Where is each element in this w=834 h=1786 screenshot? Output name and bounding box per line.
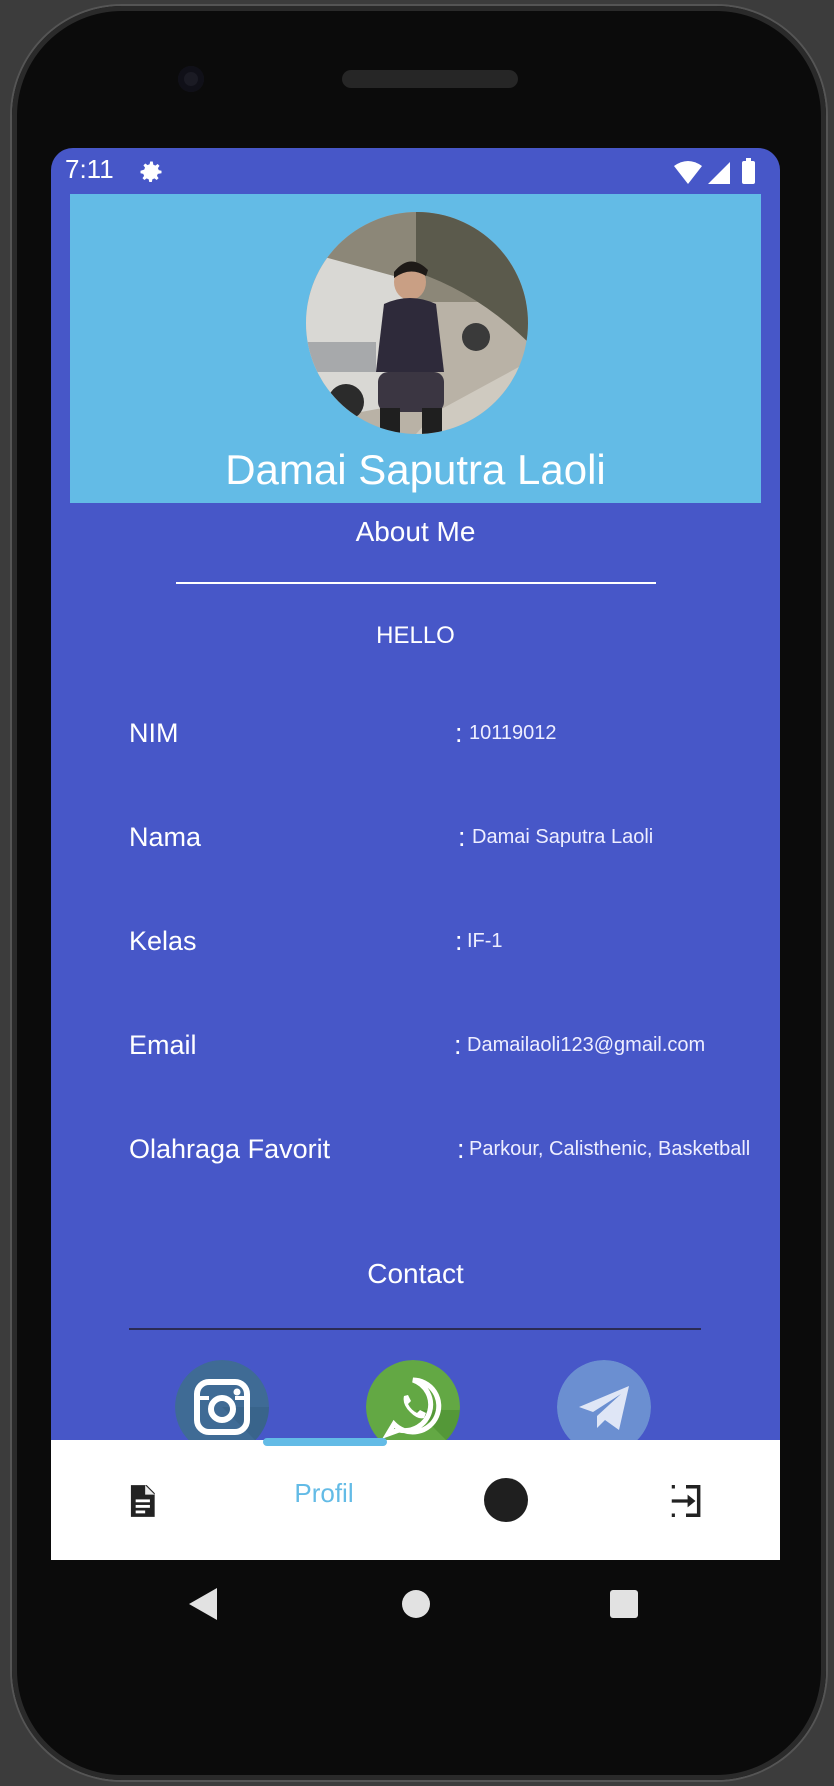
system-status-icons [674,158,755,184]
earpiece-speaker [342,70,518,88]
info-row-nama: Nama : Damai Saputra Laoli [129,822,769,862]
nav-label-profil: Profil [294,1478,354,1508]
status-time: 7:11 [65,154,114,184]
info-label: Kelas [129,926,197,956]
info-label: NIM [129,718,179,748]
battery-icon [742,161,755,184]
info-value: IF-1 [467,930,503,952]
info-label: Nama [129,822,202,852]
contact-title: Contact [367,1258,464,1289]
info-colon: : [455,926,463,956]
nav-item-profil[interactable]: Profil [233,1440,415,1560]
info-row-kelas: Kelas : IF-1 [129,926,769,966]
profile-name: Damai Saputra Laoli [225,446,606,493]
about-me-title: About Me [355,516,476,547]
back-icon[interactable] [189,1588,219,1620]
info-colon: : [457,1134,465,1164]
document-icon [130,1485,155,1517]
profile-header: Damai Saputra Laoli [70,194,761,503]
greeting-text: HELLO [376,622,455,649]
recents-icon[interactable] [610,1590,638,1618]
logout-icon [671,1485,701,1517]
front-camera [178,66,204,92]
contact-divider [129,1328,701,1330]
system-navigation-bar [51,1560,780,1650]
info-value: Damailaoli123@gmail.com [467,1034,706,1056]
wifi-icon [674,161,702,184]
info-colon: : [458,822,466,852]
cellular-signal-icon [708,162,730,184]
info-row-nim: NIM : 10119012 [129,718,769,758]
info-row-olahraga: Olahraga Favorit : Parkour, Calisthenic,… [129,1134,769,1174]
nav-item-documents[interactable] [51,1440,233,1560]
status-bar: 7:11 [51,148,780,196]
circle-icon [484,1478,528,1522]
app-screen: 7:11 Damai Saputra Laoli About Me HELLO … [51,148,780,1560]
active-tab-indicator [263,1438,387,1446]
info-value: 10119012 [469,722,557,744]
info-colon: : [455,718,463,748]
info-label: Email [129,1030,197,1060]
nav-item-circle[interactable] [415,1440,597,1560]
info-value: Parkour, Calisthenic, Basketball [469,1138,751,1160]
nav-item-logout[interactable] [597,1440,779,1560]
home-icon[interactable] [402,1590,430,1618]
settings-gear-icon [140,161,162,183]
info-value: Damai Saputra Laoli [472,826,654,848]
profile-avatar [306,212,528,434]
info-row-email: Email : Damailaoli123@gmail.com [129,1030,769,1070]
about-divider [176,582,656,584]
avatar-photo [306,212,528,434]
info-colon: : [454,1030,462,1060]
bottom-navigation: Profil [51,1440,780,1560]
info-label: Olahraga Favorit [129,1134,331,1164]
